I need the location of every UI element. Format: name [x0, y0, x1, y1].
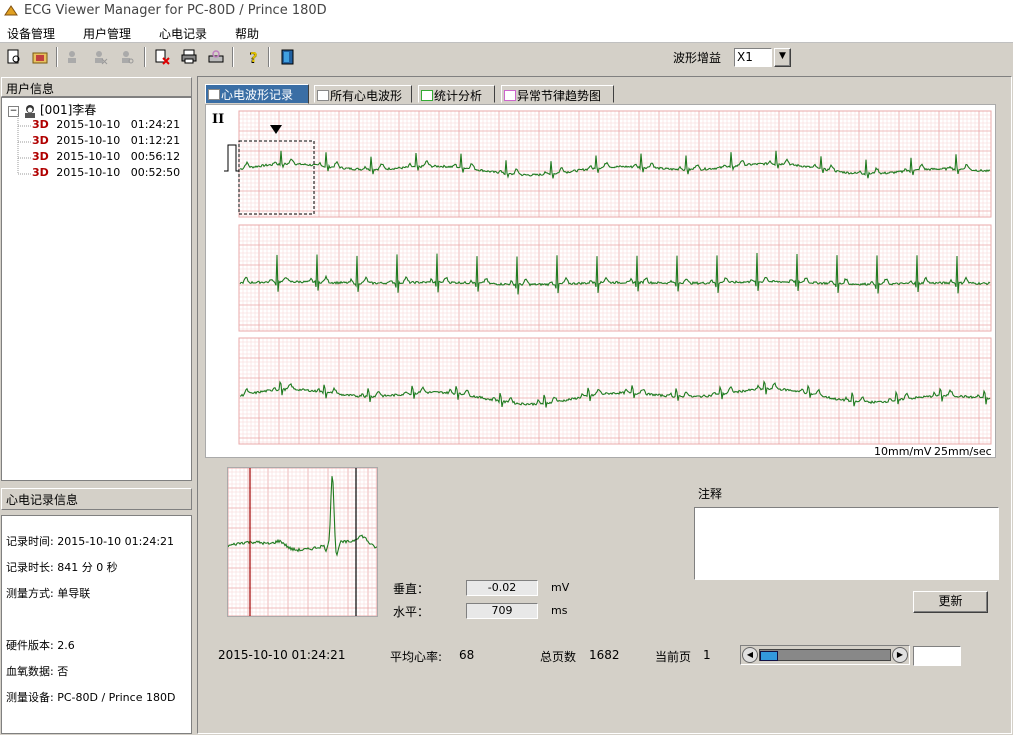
chevron-left-icon: ◀ [746, 650, 754, 659]
spo2-data: 血氧数据: 否 [6, 665, 69, 678]
tree-record-item[interactable]: 3D 2015-10-10 00:52:50 [32, 166, 180, 179]
vertical-label: 垂直： [393, 582, 430, 596]
slider-track[interactable] [759, 649, 891, 661]
help-icon[interactable]: ?? [242, 46, 264, 68]
tab-all-waveforms[interactable]: 所有心电波形 [314, 85, 412, 103]
menu-help[interactable]: 帮助 [235, 25, 259, 42]
svg-text:?: ? [250, 51, 258, 65]
trend-icon [504, 90, 516, 101]
avg-hr-label: 平均心率: [390, 650, 443, 664]
horizontal-label: 水平： [393, 605, 430, 619]
app-icon [4, 5, 18, 16]
user-delete-icon[interactable] [89, 46, 111, 68]
update-button[interactable]: 更新 [913, 591, 988, 613]
slider-next-button[interactable]: ▶ [892, 647, 908, 663]
gain-value: X1 [737, 50, 753, 64]
beat-detail-panel[interactable] [227, 467, 378, 617]
notes-textarea[interactable] [694, 507, 999, 580]
user-info-header: 用户信息 [1, 77, 192, 97]
gain-select[interactable]: X1 [734, 48, 772, 67]
ecg-strip-panel[interactable]: II 10mm/mV 25mm/sec [205, 104, 996, 458]
menu-device[interactable]: 设备管理 [7, 25, 55, 42]
record-info-header: 心电记录信息 [1, 488, 192, 510]
print-setup-icon[interactable] [205, 46, 227, 68]
status-datetime: 2015-10-10 01:24:21 [218, 648, 346, 662]
hardware-version: 硬件版本: 2.6 [6, 639, 75, 652]
tree-lines [17, 114, 32, 175]
toolbar: ?? 波形增益 X1 ▼ [0, 43, 1013, 73]
menu-ecg-record[interactable]: 心电记录 [159, 25, 207, 42]
tree-user-label: [001]李春 [40, 103, 97, 117]
lead-label: II [212, 112, 225, 127]
record-3d-icon: 3D [32, 118, 49, 131]
tree-record-item[interactable]: 3D 2015-10-10 00:56:12 [32, 150, 180, 163]
scale-label: 10mm/mV [874, 445, 932, 458]
record-3d-icon: 3D [32, 166, 49, 179]
record-mode: 测量方式: 单导联 [6, 587, 91, 600]
slider-thumb[interactable] [760, 651, 778, 661]
user-search-icon[interactable] [116, 46, 138, 68]
chevron-right-icon: ▶ [896, 650, 904, 659]
avg-hr-value: 68 [459, 648, 475, 662]
tree-record-item[interactable]: 3D 2015-10-10 01:24:21 [32, 118, 180, 131]
user-add-icon[interactable] [62, 46, 84, 68]
horizontal-value-field: 709 [466, 603, 538, 619]
ecg-strip-3 [238, 337, 992, 445]
ecg-strip-1 [238, 110, 992, 218]
record-info-panel: 心电记录信息 记录时间: 2015-10-10 01:24:21 记录时长: 8… [1, 488, 192, 734]
bar-chart-icon [421, 90, 433, 101]
ecg-strips [224, 110, 992, 445]
total-pages-value: 1682 [589, 648, 620, 662]
tree-record-item[interactable]: 3D 2015-10-10 01:12:21 [32, 134, 180, 147]
gain-dropdown-button[interactable]: ▼ [774, 48, 791, 67]
chevron-down-icon: ▼ [779, 51, 786, 61]
open-folder-icon[interactable] [29, 46, 51, 68]
beat-marker-icon [270, 125, 282, 134]
current-page-value: 1 [703, 648, 711, 662]
page-jump-input[interactable] [913, 646, 961, 666]
vertical-unit: mV [551, 581, 570, 594]
ecg-strip-2 [238, 224, 992, 332]
tab-statistics[interactable]: 统计分析 [418, 85, 495, 103]
menu-bar: 设备管理 用户管理 心电记录 帮助 [0, 22, 1013, 43]
waveform-icon [208, 89, 220, 100]
tab-ecg-record[interactable]: 心电波形记录 [205, 84, 309, 104]
print-preview-icon[interactable] [3, 46, 25, 68]
gain-label: 波形增益 [673, 51, 722, 65]
record-info-body: 记录时间: 2015-10-10 01:24:21 记录时长: 841 分 0 … [1, 515, 192, 734]
title-bar: ECG Viewer Manager for PC-80D / Prince 1… [0, 0, 1013, 22]
vertical-value-field: -0.02 [466, 580, 538, 596]
total-pages-label: 总页数 [540, 650, 577, 664]
notes-label: 注释 [698, 487, 723, 501]
tab-arrhythmia-trend[interactable]: 异常节律趋势图 [501, 85, 614, 103]
beat-detail-chart [227, 467, 378, 617]
record-3d-icon: 3D [32, 134, 49, 147]
device-model: 测量设备: PC-80D / Prince 180D [6, 691, 176, 704]
slider-prev-button[interactable]: ◀ [742, 647, 758, 663]
user-info-panel: 用户信息 − [001]李春 3D 2015-10-10 01:24:21 3D… [1, 77, 192, 481]
window-title: ECG Viewer Manager for PC-80D / Prince 1… [24, 3, 327, 18]
page-slider[interactable]: ◀ ▶ [740, 645, 910, 665]
record-3d-icon: 3D [32, 150, 49, 163]
print-icon[interactable] [178, 46, 200, 68]
record-time: 记录时间: 2015-10-10 01:24:21 [6, 535, 175, 548]
horizontal-unit: ms [551, 604, 568, 617]
calibration-pulse [224, 144, 239, 172]
menu-user[interactable]: 用户管理 [83, 25, 131, 42]
record-duration: 记录时长: 841 分 0 秒 [6, 561, 118, 574]
current-page-label: 当前页 [655, 650, 692, 664]
waveform-icon [317, 90, 329, 101]
delete-record-icon[interactable] [151, 46, 173, 68]
exit-icon[interactable] [277, 46, 299, 68]
speed-label: 25mm/sec [934, 445, 992, 458]
user-tree: − [001]李春 3D 2015-10-10 01:24:21 3D 2015… [1, 97, 192, 481]
